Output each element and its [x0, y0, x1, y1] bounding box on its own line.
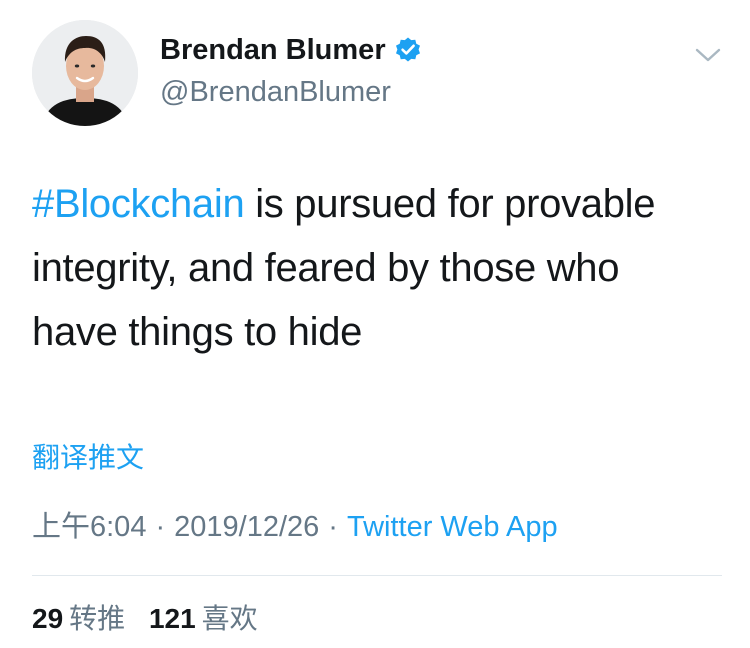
tweet-text-segment: is pursued for provable — [244, 182, 656, 226]
display-name[interactable]: Brendan Blumer — [160, 30, 386, 70]
likes-stat[interactable]: 121 喜欢 — [149, 603, 258, 634]
retweets-count: 29 — [32, 603, 64, 634]
chevron-down-icon[interactable] — [694, 44, 722, 66]
tweet-meta: 上午6:04 · 2019/12/26 · Twitter Web App — [32, 508, 558, 546]
tweet-source-link[interactable]: Twitter Web App — [347, 511, 558, 543]
likes-label: 喜欢 — [201, 603, 258, 634]
tweet-card: Brendan Blumer @BrendanBlumer #Blockchai… — [0, 0, 750, 648]
retweets-stat[interactable]: 29 转推 — [32, 603, 125, 634]
avatar[interactable] — [32, 20, 138, 126]
divider — [32, 575, 722, 576]
meta-separator: · — [328, 511, 338, 543]
tweet-text-line-1: #Blockchain is pursued for provable — [32, 172, 732, 236]
tweet-text-line-2: integrity, and feared by those who — [32, 246, 620, 290]
translate-tweet-link[interactable]: 翻译推文 — [32, 440, 144, 476]
display-name-row: Brendan Blumer — [160, 30, 422, 70]
hashtag-link[interactable]: #Blockchain — [32, 182, 245, 226]
tweet-date[interactable]: 2019/12/26 — [174, 511, 319, 543]
meta-separator: · — [155, 511, 166, 543]
user-handle[interactable]: @BrendanBlumer — [160, 74, 391, 110]
tweet-text: #Blockchain is pursued for provable inte… — [32, 172, 732, 364]
tweet-text-line-3: have things to hide — [32, 310, 363, 354]
likes-count: 121 — [148, 603, 196, 634]
tweet-stats: 29 转推 121 喜欢 — [32, 600, 258, 638]
avatar-image — [32, 20, 138, 126]
tweet-time[interactable]: 上午6:04 — [32, 511, 146, 543]
retweets-label: 转推 — [69, 603, 126, 634]
verified-badge-icon — [394, 36, 422, 64]
